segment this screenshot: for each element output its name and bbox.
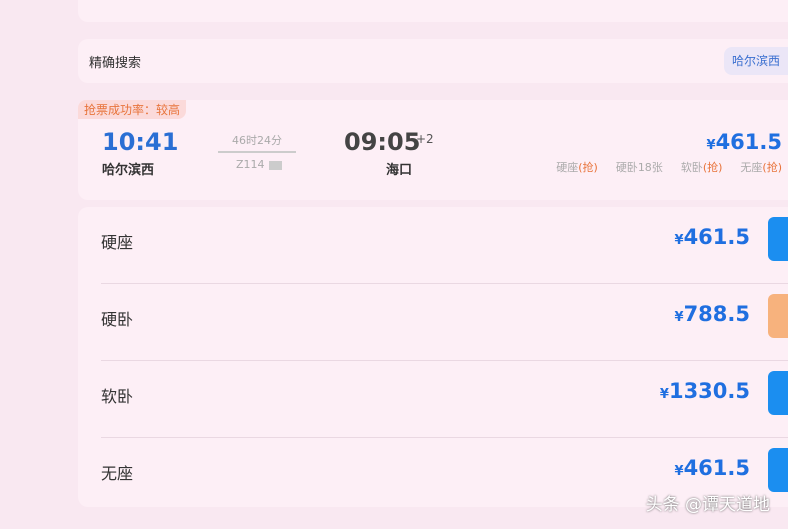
seat-row: 软卧 ¥1330.5 [101,361,788,438]
train-card[interactable]: 抢票成功率：较高 10:41 哈尔滨西 46时24分 Z114 09:05 +2… [78,100,788,200]
seat-summary-item: 硬卧18张 [616,159,663,175]
seat-status: (抢) [762,161,782,174]
min-price: ¥461.5 [707,130,782,154]
seat-name: 无座 [740,161,763,174]
seat-status: (抢) [578,161,598,174]
book-button[interactable] [768,217,788,261]
price-value: 461.5 [683,225,750,249]
precise-search-bar[interactable]: 精确搜索 哈尔滨西 [78,39,788,83]
price-value: 1330.5 [668,379,750,403]
info-tag-icon [268,160,282,170]
arrow-line [218,151,296,153]
currency: ¥ [674,310,684,325]
currency: ¥ [674,464,684,479]
seat-type: 无座 [101,464,134,483]
previous-card [78,0,788,22]
watermark: 头条 @谭天道地 [645,495,770,515]
success-rate-badge: 抢票成功率：较高 [78,100,187,119]
book-button[interactable] [768,371,788,415]
book-button[interactable] [768,294,788,338]
currency: ¥ [706,138,716,153]
currency: ¥ [674,233,684,248]
seat-type: 硬座 [101,233,134,252]
train-number-text: Z114 [236,158,265,171]
seat-price: ¥461.5 [675,225,750,249]
departure-station: 哈尔滨西 [102,163,155,178]
seat-price-list: 硬座 ¥461.5 硬卧 ¥788.5 软卧 ¥1330.5 无座 ¥461.5 [78,207,788,507]
seat-row: 硬卧 ¥788.5 [101,284,788,361]
arrival-time: 09:05 [344,128,421,156]
seat-name: 硬座 [556,161,579,174]
seat-name: 硬卧 [615,161,638,174]
price-value: 461.5 [683,456,750,480]
seat-price: ¥788.5 [675,302,750,326]
departure-time: 10:41 [102,128,179,156]
duration: 46时24分 [232,134,282,147]
seat-summary: 硬座(抢) 硬卧18张 软卧(抢) 无座(抢) [556,159,782,175]
seat-summary-item: 无座(抢) [740,159,782,175]
seat-row: 硬座 ¥461.5 [101,207,788,284]
seat-price: ¥461.5 [675,456,750,480]
currency: ¥ [659,387,669,402]
station-chip[interactable]: 哈尔滨西 [723,47,788,75]
precise-search-label: 精确搜索 [89,56,142,71]
seat-summary-item: 软卧(抢) [681,159,723,175]
min-price-value: 461.5 [715,130,782,154]
seat-name: 软卧 [680,161,703,174]
seat-status: 18张 [637,161,663,174]
seat-type: 软卧 [101,387,134,406]
book-button[interactable] [768,448,788,492]
arrival-station: 海口 [386,163,413,178]
day-offset: +2 [416,132,434,146]
seat-summary-item: 硬座(抢) [556,159,598,175]
seat-price: ¥1330.5 [660,379,750,403]
price-value: 788.5 [683,302,750,326]
train-number: Z114 [236,158,282,171]
seat-status: (抢) [702,161,723,174]
seat-type: 硬卧 [101,310,134,329]
